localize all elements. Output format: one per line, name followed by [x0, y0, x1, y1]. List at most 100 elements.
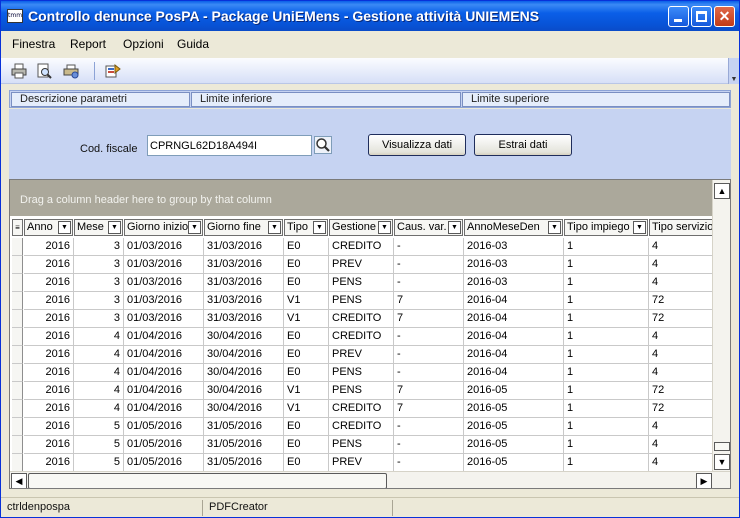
cell-annomeseden[interactable]: 2016-05: [464, 418, 564, 436]
cell-giorno-fine[interactable]: 31/05/2016: [204, 436, 284, 454]
cell-mese[interactable]: 3: [74, 292, 124, 310]
cell-tipo[interactable]: V1: [284, 382, 329, 400]
vertical-scroll-thumb[interactable]: [714, 442, 730, 451]
row-selector[interactable]: [12, 382, 23, 400]
cell-gestione[interactable]: PENS: [329, 382, 394, 400]
menu-finestra[interactable]: Finestra: [12, 37, 55, 51]
cell-tipo[interactable]: E0: [284, 454, 329, 472]
cell-tipo[interactable]: V1: [284, 292, 329, 310]
cell-gestione[interactable]: CREDITO: [329, 238, 394, 256]
cell-giorno-fine[interactable]: 31/03/2016: [204, 310, 284, 328]
column-header-tipo-servizio[interactable]: Tipo servizio: [649, 219, 719, 236]
column-header-caus-var[interactable]: Caus. var. ▼: [394, 219, 463, 236]
cell-giorno-fine[interactable]: 31/05/2016: [204, 454, 284, 472]
row-selector[interactable]: [12, 364, 23, 382]
column-header-giorno-fine[interactable]: Giorno fine ▼: [204, 219, 283, 236]
cell-caus-var[interactable]: -: [394, 256, 464, 274]
toolbar-chevron-icon[interactable]: ▼: [728, 58, 739, 84]
cell-tipo[interactable]: E0: [284, 436, 329, 454]
cell-anno[interactable]: 2016: [24, 292, 74, 310]
dropdown-arrow-icon[interactable]: ▼: [448, 221, 461, 234]
cell-tipo-impiego[interactable]: 1: [564, 364, 649, 382]
column-header-tipo[interactable]: Tipo ▼: [284, 219, 328, 236]
cell-gestione[interactable]: CREDITO: [329, 328, 394, 346]
cell-caus-var[interactable]: -: [394, 238, 464, 256]
cell-caus-var[interactable]: -: [394, 418, 464, 436]
cell-giorno-inizio[interactable]: 01/04/2016: [124, 400, 204, 418]
print-icon[interactable]: [11, 63, 27, 79]
dropdown-arrow-icon[interactable]: ▼: [58, 221, 71, 234]
column-header-tipo-impiego[interactable]: Tipo impiego ▼: [564, 219, 648, 236]
row-selector[interactable]: [12, 346, 23, 364]
cell-anno[interactable]: 2016: [24, 238, 74, 256]
cell-tipo-impiego[interactable]: 1: [564, 328, 649, 346]
cell-gestione[interactable]: CREDITO: [329, 418, 394, 436]
cell-tipo[interactable]: E0: [284, 274, 329, 292]
cell-caus-var[interactable]: 7: [394, 400, 464, 418]
cell-mese[interactable]: 5: [74, 418, 124, 436]
cell-tipo-servizio[interactable]: 4: [649, 256, 721, 274]
cell-anno[interactable]: 2016: [24, 436, 74, 454]
scroll-right-icon[interactable]: ▶: [696, 473, 712, 488]
search-icon[interactable]: [314, 136, 332, 154]
vertical-scrollbar[interactable]: ▲ ▼: [712, 180, 730, 471]
dropdown-arrow-icon[interactable]: ▼: [188, 221, 201, 234]
cell-tipo[interactable]: E0: [284, 418, 329, 436]
cell-anno[interactable]: 2016: [24, 328, 74, 346]
cell-anno[interactable]: 2016: [24, 310, 74, 328]
cell-tipo-impiego[interactable]: 1: [564, 238, 649, 256]
row-selector[interactable]: [12, 418, 23, 436]
cell-mese[interactable]: 4: [74, 382, 124, 400]
cell-tipo-servizio[interactable]: 4: [649, 328, 721, 346]
cell-anno[interactable]: 2016: [24, 382, 74, 400]
cell-giorno-fine[interactable]: 30/04/2016: [204, 400, 284, 418]
param-col-descrizione[interactable]: Descrizione parametri: [11, 92, 190, 107]
cell-giorno-inizio[interactable]: 01/05/2016: [124, 436, 204, 454]
cell-giorno-fine[interactable]: 30/04/2016: [204, 346, 284, 364]
cell-anno[interactable]: 2016: [24, 418, 74, 436]
cell-mese[interactable]: 4: [74, 364, 124, 382]
cell-giorno-inizio[interactable]: 01/04/2016: [124, 328, 204, 346]
print-preview-icon[interactable]: [36, 63, 52, 79]
close-button[interactable]: ✕: [714, 6, 735, 27]
table-row[interactable]: 2016 3 01/03/2016 31/03/2016 E0 PENS -2016-03 1…: [10, 274, 721, 292]
cell-gestione[interactable]: CREDITO: [329, 310, 394, 328]
cell-giorno-fine[interactable]: 31/03/2016: [204, 292, 284, 310]
cell-mese[interactable]: 5: [74, 454, 124, 472]
cell-tipo-servizio[interactable]: 72: [649, 382, 721, 400]
cell-tipo-impiego[interactable]: 1: [564, 418, 649, 436]
cell-gestione[interactable]: PENS: [329, 292, 394, 310]
cell-gestione[interactable]: PENS: [329, 364, 394, 382]
minimize-button[interactable]: [668, 6, 689, 27]
dropdown-arrow-icon[interactable]: ▼: [268, 221, 281, 234]
row-selector[interactable]: [12, 328, 23, 346]
print-setup-icon[interactable]: [63, 63, 79, 79]
cell-tipo-servizio[interactable]: 72: [649, 310, 721, 328]
column-header-giorno-inizio[interactable]: Giorno inizio ▼: [124, 219, 203, 236]
cell-giorno-inizio[interactable]: 01/04/2016: [124, 382, 204, 400]
cell-tipo-impiego[interactable]: 1: [564, 256, 649, 274]
cell-annomeseden[interactable]: 2016-05: [464, 454, 564, 472]
cell-giorno-inizio[interactable]: 01/05/2016: [124, 454, 204, 472]
cell-anno[interactable]: 2016: [24, 364, 74, 382]
dropdown-arrow-icon[interactable]: ▼: [108, 221, 121, 234]
menu-guida[interactable]: Guida: [177, 37, 209, 51]
cell-annomeseden[interactable]: 2016-03: [464, 274, 564, 292]
cell-giorno-fine[interactable]: 30/04/2016: [204, 364, 284, 382]
row-selector[interactable]: [12, 238, 23, 256]
cell-annomeseden[interactable]: 2016-04: [464, 310, 564, 328]
dropdown-arrow-icon[interactable]: ▼: [378, 221, 391, 234]
cell-mese[interactable]: 5: [74, 436, 124, 454]
column-header-mese[interactable]: Mese ▼: [74, 219, 123, 236]
cell-giorno-inizio[interactable]: 01/03/2016: [124, 238, 204, 256]
row-selector[interactable]: [12, 436, 23, 454]
cell-tipo-impiego[interactable]: 1: [564, 436, 649, 454]
cell-giorno-inizio[interactable]: 01/04/2016: [124, 346, 204, 364]
cell-caus-var[interactable]: 7: [394, 292, 464, 310]
param-col-limite-superiore[interactable]: Limite superiore: [462, 92, 730, 107]
cell-giorno-inizio[interactable]: 01/03/2016: [124, 256, 204, 274]
cell-mese[interactable]: 3: [74, 274, 124, 292]
cell-annomeseden[interactable]: 2016-05: [464, 400, 564, 418]
table-row[interactable]: 2016 3 01/03/2016 31/03/2016 V1 CREDITO 7 2016-…: [10, 310, 721, 328]
cell-caus-var[interactable]: 7: [394, 310, 464, 328]
